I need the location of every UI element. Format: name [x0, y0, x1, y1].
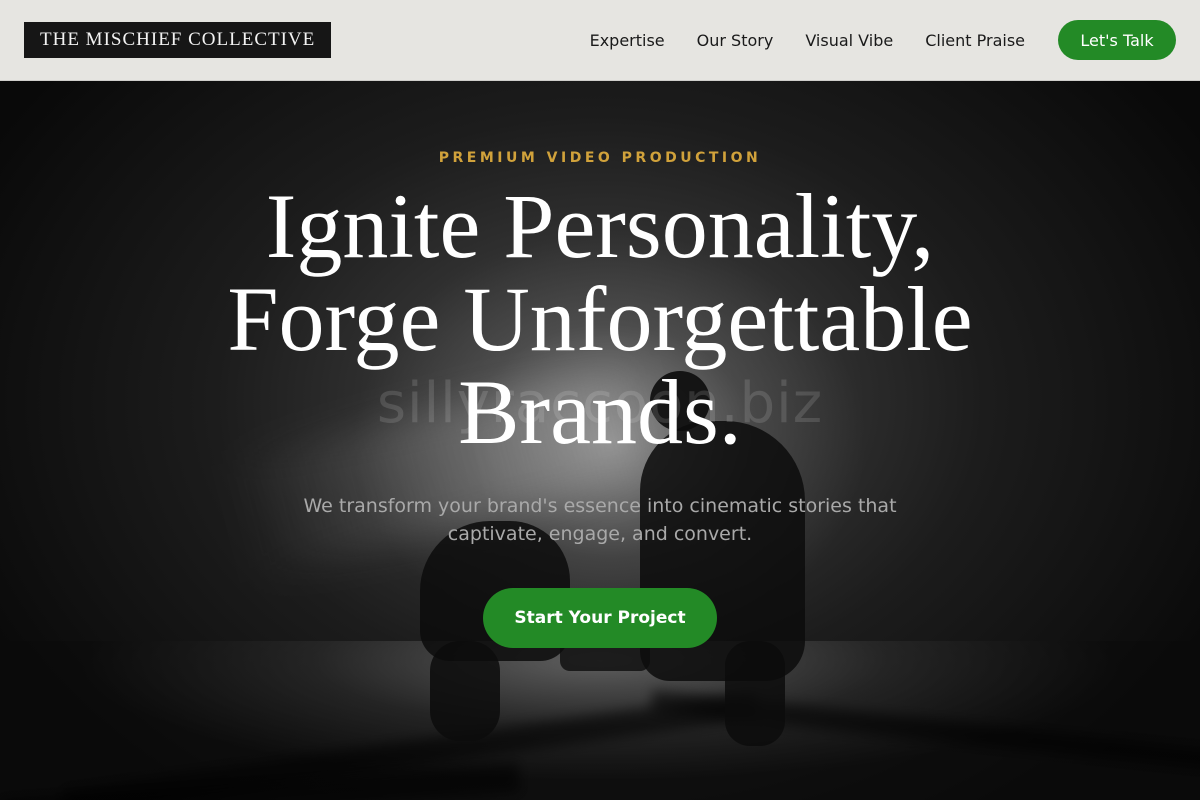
nav-link-expertise[interactable]: Expertise — [590, 31, 665, 50]
hero-headline: Ignite Personality, Forge Unforgettable … — [227, 175, 973, 463]
nav-link-visual-vibe[interactable]: Visual Vibe — [805, 31, 893, 50]
hero-section: sillyraccoon.biz PREMIUM VIDEO PRODUCTIO… — [0, 81, 1200, 800]
camera-operator-silhouette — [430, 641, 500, 741]
main-nav: Expertise Our Story Visual Vibe Client P… — [590, 31, 1025, 50]
nav-link-client-praise[interactable]: Client Praise — [925, 31, 1025, 50]
hero-subtext: We transform your brand's essence into c… — [303, 495, 897, 545]
hero-eyebrow: PREMIUM VIDEO PRODUCTION — [438, 150, 762, 166]
site-header: THE MISCHIEF COLLECTIVE Expertise Our St… — [0, 0, 1200, 81]
crew-member-silhouette — [725, 641, 785, 746]
site-logo[interactable]: THE MISCHIEF COLLECTIVE — [24, 22, 332, 58]
hero-content: PREMIUM VIDEO PRODUCTION Ignite Personal… — [0, 81, 1200, 648]
lets-talk-button[interactable]: Let's Talk — [1058, 20, 1176, 60]
nav-link-our-story[interactable]: Our Story — [697, 31, 774, 50]
start-project-button[interactable]: Start Your Project — [483, 588, 717, 648]
